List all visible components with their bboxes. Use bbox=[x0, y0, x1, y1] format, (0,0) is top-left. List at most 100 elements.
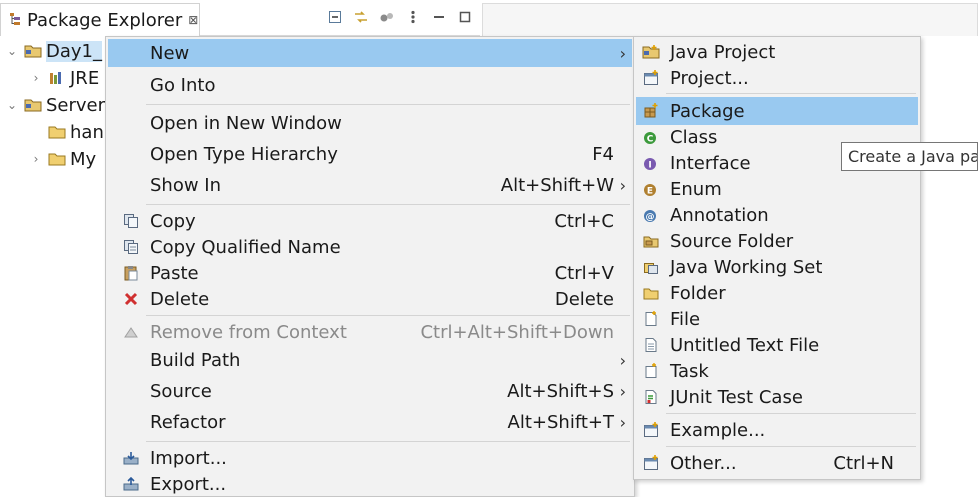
submenu-item-annotation[interactable]: @ Annotation bbox=[636, 201, 918, 229]
tooltip-text: Create a Java pa bbox=[848, 147, 978, 166]
chevron-right-icon: › bbox=[619, 350, 626, 370]
chevron-right-icon[interactable]: › bbox=[28, 71, 44, 85]
menu-separator bbox=[666, 93, 916, 94]
menu-item-show-in[interactable]: Show In Alt+Shift+W › bbox=[108, 171, 632, 199]
menu-separator bbox=[146, 204, 630, 205]
tree-item-day1[interactable]: ⌄ Day1_ bbox=[4, 38, 102, 64]
import-icon bbox=[122, 449, 140, 467]
chevron-down-icon[interactable]: ⌄ bbox=[4, 98, 20, 112]
menu-item-source[interactable]: Source Alt+Shift+S › bbox=[108, 377, 632, 405]
menu-item-build-path[interactable]: Build Path › bbox=[108, 346, 632, 374]
annotation-icon: @ bbox=[642, 206, 660, 224]
menu-item-label: Folder bbox=[670, 282, 726, 304]
tree-item-label: Server bbox=[46, 94, 106, 116]
menu-item-label: Show In bbox=[150, 174, 222, 196]
menu-item-label: Export... bbox=[150, 473, 227, 495]
minimize-icon[interactable] bbox=[430, 8, 448, 26]
menu-item-open-in-new-window[interactable]: Open in New Window bbox=[108, 109, 632, 137]
menu-item-new[interactable]: New › bbox=[108, 39, 632, 67]
menu-item-label: Build Path bbox=[150, 349, 241, 371]
menu-item-paste[interactable]: Paste Ctrl+V bbox=[108, 259, 632, 287]
menu-item-accelerator: Ctrl+N bbox=[833, 452, 894, 474]
tree-item-jre[interactable]: › JRE bbox=[28, 65, 100, 91]
menu-item-delete[interactable]: Delete Delete bbox=[108, 285, 632, 313]
menu-item-accelerator: Ctrl+C bbox=[554, 210, 614, 232]
submenu-item-other[interactable]: Other... Ctrl+N bbox=[636, 449, 918, 477]
menu-item-label: Example... bbox=[670, 419, 766, 441]
link-with-editor-icon[interactable] bbox=[352, 8, 370, 26]
chevron-right-icon[interactable]: › bbox=[28, 152, 44, 166]
project-folder-icon bbox=[24, 42, 42, 60]
submenu-item-java-project[interactable]: Java Project bbox=[636, 38, 918, 66]
view-menu-icon[interactable] bbox=[404, 8, 422, 26]
enum-icon: E bbox=[642, 180, 660, 198]
context-menu: New › Go Into Open in New Window Open Ty… bbox=[105, 36, 635, 497]
menu-separator bbox=[666, 446, 916, 447]
submenu-item-java-working-set[interactable]: Java Working Set bbox=[636, 253, 918, 281]
menu-item-go-into[interactable]: Go Into bbox=[108, 71, 632, 99]
file-icon bbox=[642, 310, 660, 328]
paste-icon bbox=[122, 264, 140, 282]
tree-item-han[interactable]: han bbox=[44, 119, 104, 145]
menu-item-label: Import... bbox=[150, 447, 227, 469]
submenu-item-enum[interactable]: E Enum bbox=[636, 175, 918, 203]
tree-item-server[interactable]: ⌄ Server bbox=[4, 92, 105, 118]
menu-separator bbox=[666, 413, 916, 414]
menu-item-import[interactable]: Import... bbox=[108, 444, 632, 472]
menu-separator bbox=[146, 441, 630, 442]
new-submenu: Java Project Project... Package C Class … bbox=[633, 36, 921, 480]
interface-icon: I bbox=[642, 154, 660, 172]
menu-item-accelerator: F4 bbox=[592, 143, 614, 165]
submenu-item-example[interactable]: Example... bbox=[636, 416, 918, 444]
copy-icon bbox=[122, 212, 140, 230]
menu-item-label: Project... bbox=[670, 67, 749, 89]
submenu-item-untitled-text-file[interactable]: Untitled Text File bbox=[636, 331, 918, 359]
menu-item-refactor[interactable]: Refactor Alt+Shift+T › bbox=[108, 408, 632, 436]
submenu-item-task[interactable]: Task bbox=[636, 357, 918, 385]
menu-item-accelerator: Ctrl+Alt+Shift+Down bbox=[420, 321, 614, 343]
chevron-down-icon[interactable]: ⌄ bbox=[4, 44, 20, 58]
submenu-item-junit-test-case[interactable]: JUnit Test Case bbox=[636, 383, 918, 411]
submenu-item-source-folder[interactable]: Source Folder bbox=[636, 227, 918, 255]
project-folder-icon bbox=[24, 96, 42, 114]
menu-separator bbox=[146, 104, 630, 105]
menu-item-copy-qualified-name[interactable]: Copy Qualified Name bbox=[108, 233, 632, 261]
task-icon bbox=[642, 362, 660, 380]
submenu-item-file[interactable]: File bbox=[636, 305, 918, 333]
svg-text:I: I bbox=[648, 161, 651, 171]
tree-item-label: My bbox=[70, 148, 97, 170]
menu-item-export[interactable]: Export... bbox=[108, 470, 632, 497]
maximize-icon[interactable] bbox=[456, 8, 474, 26]
tree-item-my[interactable]: › My bbox=[28, 146, 97, 172]
view-toolbar bbox=[326, 8, 474, 26]
menu-item-label: File bbox=[670, 308, 701, 330]
working-set-icon bbox=[642, 258, 660, 276]
submenu-item-folder[interactable]: Folder bbox=[636, 279, 918, 307]
menu-item-accelerator: Alt+Shift+T bbox=[507, 411, 614, 433]
export-icon bbox=[122, 475, 140, 493]
menu-item-label: Java Working Set bbox=[670, 256, 823, 278]
class-icon: C bbox=[642, 128, 660, 146]
menu-item-label: Remove from Context bbox=[150, 321, 347, 343]
collapse-all-icon[interactable] bbox=[326, 8, 344, 26]
menu-item-label: Open Type Hierarchy bbox=[150, 143, 338, 165]
close-icon[interactable]: ⊠ bbox=[188, 13, 198, 27]
filters-icon[interactable] bbox=[378, 8, 396, 26]
menu-item-label: Open in New Window bbox=[150, 112, 342, 134]
submenu-item-project[interactable]: Project... bbox=[636, 64, 918, 92]
menu-item-label: Package bbox=[670, 100, 745, 122]
package-icon bbox=[642, 102, 660, 120]
chevron-right-icon: › bbox=[619, 175, 626, 195]
menu-item-label: Annotation bbox=[670, 204, 769, 226]
package-explorer-tab[interactable]: Package Explorer ⊠ bbox=[0, 3, 200, 36]
menu-item-label: Source Folder bbox=[670, 230, 794, 252]
chevron-right-icon: › bbox=[619, 43, 626, 63]
menu-item-open-type-hierarchy[interactable]: Open Type Hierarchy F4 bbox=[108, 140, 632, 168]
editor-area bbox=[482, 3, 978, 36]
java-project-icon bbox=[642, 43, 660, 61]
menu-item-accelerator: Ctrl+V bbox=[554, 262, 614, 284]
svg-text:@: @ bbox=[646, 213, 655, 223]
menu-item-accelerator: Alt+Shift+W bbox=[500, 174, 614, 196]
submenu-item-package[interactable]: Package bbox=[636, 97, 918, 125]
menu-item-copy[interactable]: Copy Ctrl+C bbox=[108, 207, 632, 235]
